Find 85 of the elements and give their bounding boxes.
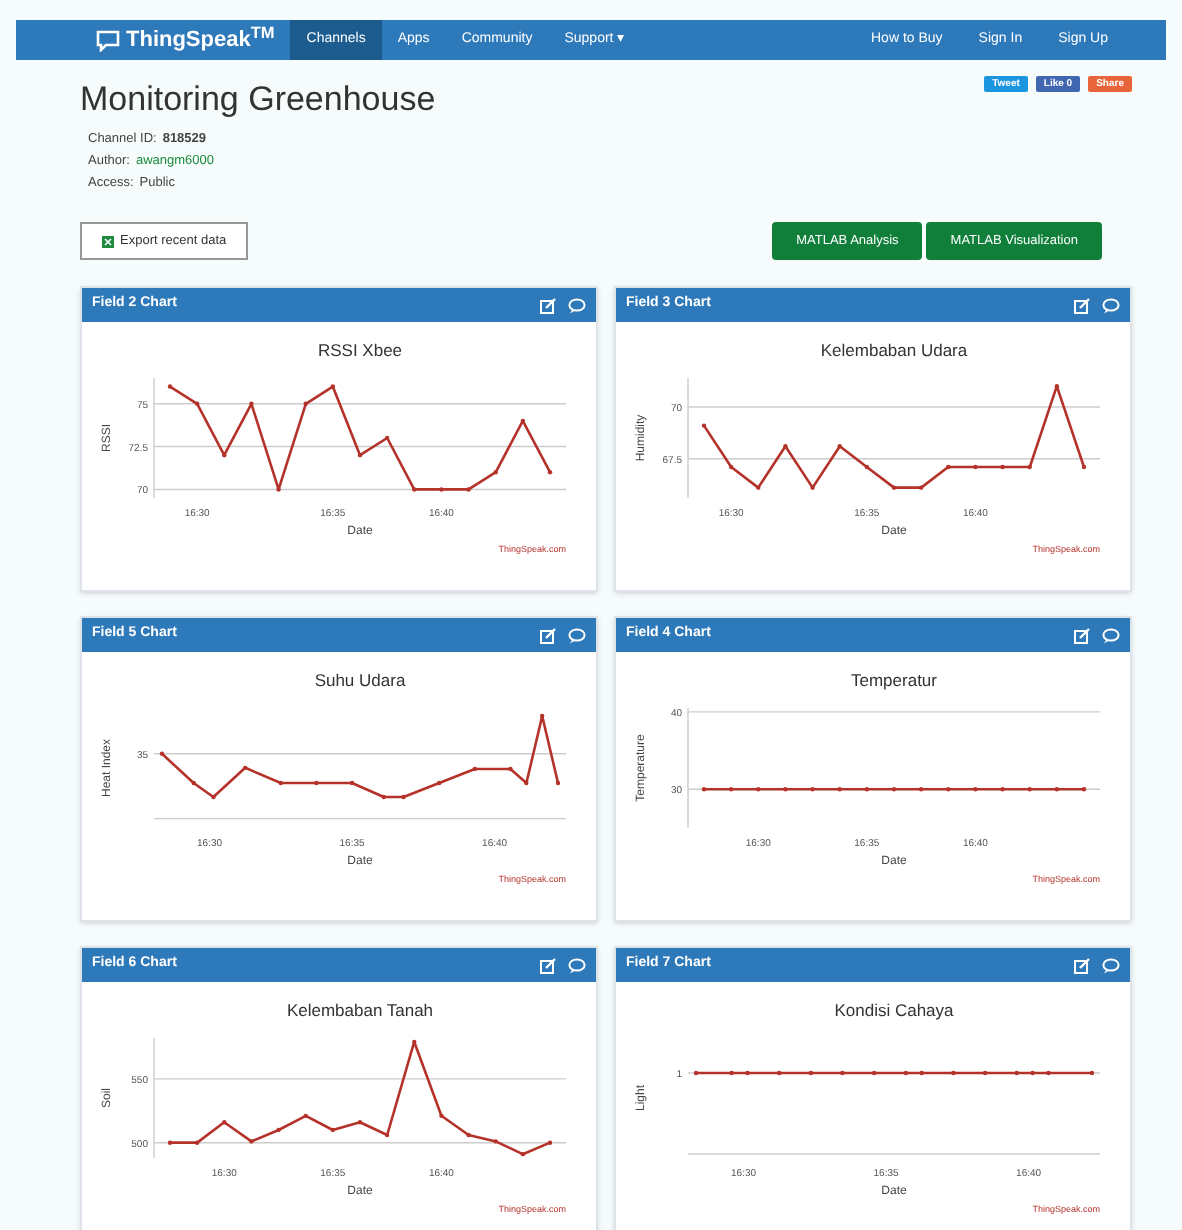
data-point <box>356 452 362 458</box>
data-point <box>329 384 335 389</box>
data-point <box>890 485 896 490</box>
data-point <box>465 487 470 492</box>
data-point <box>248 401 253 406</box>
comment-icon[interactable] <box>568 627 586 643</box>
edit-icon[interactable] <box>1074 297 1090 313</box>
data-point <box>465 1132 470 1138</box>
data-point <box>411 487 416 492</box>
data-point <box>999 464 1004 470</box>
data-point <box>356 1120 362 1125</box>
comment-icon[interactable] <box>568 957 586 973</box>
data-point <box>302 401 307 406</box>
comment-icon[interactable] <box>1102 627 1120 643</box>
chart-title: Suhu Udara <box>313 670 405 690</box>
data-point <box>809 485 814 490</box>
data-point <box>863 464 869 470</box>
logo-icon <box>96 29 120 51</box>
data-point <box>1026 787 1031 792</box>
data-point <box>782 444 787 449</box>
y-axis-line <box>152 1037 154 1159</box>
data-point <box>700 423 706 428</box>
data-point <box>411 1039 416 1045</box>
data-point <box>700 787 706 792</box>
data-point <box>438 1113 443 1119</box>
data-point <box>275 1127 280 1133</box>
data-point <box>917 787 923 792</box>
comment-icon[interactable] <box>1102 957 1120 973</box>
data-point <box>809 787 814 792</box>
y-axis-line <box>152 377 154 499</box>
edit-icon[interactable] <box>540 627 556 643</box>
data-point <box>221 452 226 458</box>
channel-title: Monitoring Greenhouse <box>80 78 436 122</box>
data-point <box>727 464 733 470</box>
chart-title: RSSI Xbee <box>316 340 402 360</box>
data-point <box>492 1139 497 1144</box>
chart-title: Kelembaban Udara <box>819 340 967 360</box>
data-point <box>275 487 280 492</box>
data-point <box>836 444 841 449</box>
edit-icon[interactable] <box>540 297 556 313</box>
data-point <box>972 787 977 792</box>
data-point <box>1053 787 1059 792</box>
data-point <box>972 464 977 470</box>
data-point <box>519 1151 525 1157</box>
data-point <box>302 1113 307 1119</box>
edit-icon[interactable] <box>1074 957 1090 973</box>
edit-icon[interactable] <box>540 957 556 973</box>
data-point <box>248 1139 253 1144</box>
y-axis-line <box>686 377 688 499</box>
data-point <box>546 1140 552 1145</box>
spreadsheet-icon <box>102 235 114 247</box>
chart-title: Temperatur <box>850 670 936 690</box>
data-point <box>492 470 497 475</box>
data-point <box>1080 464 1086 470</box>
data-point <box>755 787 760 792</box>
data-point <box>193 1140 199 1145</box>
data-point <box>1053 384 1059 389</box>
data-point <box>1026 464 1031 470</box>
data-point <box>166 384 172 389</box>
data-point <box>945 787 950 792</box>
logo-text[interactable]: ThingSpeak$^{TM}$ <box>126 23 275 57</box>
data-point <box>782 787 787 792</box>
data-point <box>193 401 199 406</box>
data-point <box>945 464 950 470</box>
data-point <box>383 435 389 441</box>
data-point <box>1080 787 1086 792</box>
chart-title: Kondisi Cahaya <box>833 1000 953 1020</box>
data-point <box>166 1140 172 1145</box>
data-point <box>519 418 525 424</box>
data-point <box>863 787 869 792</box>
data-point <box>546 470 552 475</box>
chart-title: Kelembaban Tanah <box>285 1000 433 1020</box>
data-point <box>836 787 841 792</box>
data-point <box>917 485 923 490</box>
data-point <box>383 1132 389 1138</box>
data-point <box>890 787 896 792</box>
comment-icon[interactable] <box>1102 297 1120 313</box>
data-point <box>221 1120 226 1125</box>
data-point <box>727 787 733 792</box>
data-point <box>755 485 760 490</box>
data-point <box>438 487 443 492</box>
data-point <box>329 1127 335 1133</box>
data-point <box>999 787 1004 792</box>
edit-icon[interactable] <box>1074 627 1090 643</box>
comment-icon[interactable] <box>568 297 586 313</box>
